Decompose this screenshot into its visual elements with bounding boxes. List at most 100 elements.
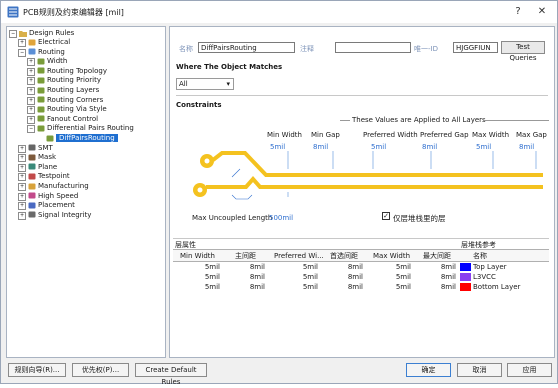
expander-icon[interactable]: + [18, 192, 26, 201]
window-title: PCB规则及约束编辑器 [mil] [23, 8, 124, 17]
expander-icon[interactable]: + [27, 106, 35, 115]
expander-icon[interactable]: + [18, 211, 26, 220]
tree-item-label: Routing Corners [47, 95, 104, 104]
table-cell[interactable]: 8mil [225, 283, 265, 291]
col-layer-name[interactable]: 名称 [473, 251, 487, 261]
table-cell[interactable]: 8mil [416, 283, 456, 291]
layer-name: Bottom Layer [473, 283, 521, 291]
layer-color-swatch [460, 262, 471, 271]
table-cell[interactable]: 8mil [323, 283, 363, 291]
layer-name: Top Layer [473, 263, 507, 271]
table-cell[interactable]: 8mil [225, 263, 265, 271]
layer-table: 层属性 层堆栈参考 Min Width 主间距 Preferred Wi... … [173, 238, 549, 350]
rule-icon [37, 87, 45, 93]
rule-icon [37, 115, 45, 122]
max-uncoupled-value[interactable]: 500mil [269, 214, 293, 222]
placement-icon [28, 202, 36, 209]
folder-icon [19, 30, 27, 37]
rule-icon [37, 106, 45, 113]
expander-icon[interactable]: + [27, 58, 35, 67]
tree-item-label: Placement [38, 201, 75, 210]
tree-item-label: Electrical [38, 38, 71, 46]
layer-color-swatch [460, 282, 471, 291]
tree-item-label: Routing Topology [47, 66, 107, 75]
expander-icon[interactable]: − [18, 48, 26, 57]
layer-stack-checkbox[interactable]: ✓ [382, 212, 390, 220]
table-cell[interactable]: 5mil [371, 283, 411, 291]
tree-item-label: Testpoint [38, 172, 70, 181]
col-primary-gap[interactable]: 主间距 [235, 251, 256, 261]
tree-item-label: Manufacturing [38, 182, 89, 190]
highspeed-icon [28, 192, 36, 199]
diff-pair-traces [193, 151, 543, 200]
layer-color-swatch [460, 272, 471, 281]
trace-positive [211, 151, 543, 177]
tree-item-label: Plane [38, 162, 58, 171]
table-header-row [173, 249, 549, 262]
table-cell[interactable]: 5mil [278, 273, 318, 281]
create-default-rules-button[interactable]: Create Default Rules [135, 363, 207, 386]
rule-editor-window: PCB规则及约束编辑器 [mil] ? ✕ − Design Rules + El… [0, 0, 558, 386]
expander-icon[interactable]: + [18, 183, 26, 191]
expander-icon[interactable]: + [18, 144, 26, 153]
table-cell[interactable]: 8mil [225, 273, 265, 281]
layer-stack-only-label: 仅层堆栈里的层 [393, 214, 446, 223]
col-max-gap[interactable]: 最大间距 [423, 251, 451, 261]
tree-item-label: Signal Integrity [38, 210, 92, 219]
help-button[interactable]: ? [507, 3, 529, 21]
cancel-button[interactable]: 取消 [457, 363, 502, 377]
expander-icon[interactable]: + [27, 96, 35, 105]
col-preferred-width[interactable]: Preferred Wi... [274, 252, 324, 260]
pcb-rules-app-icon [7, 6, 19, 18]
table-cell[interactable]: 5mil [278, 283, 318, 291]
tree-item-label: Width [47, 57, 68, 66]
rule-tree[interactable]: − Design Rules + Electrical − Routing + Width… [6, 26, 166, 358]
tree-item-label: Routing [38, 47, 65, 56]
testpoint-icon [28, 173, 36, 180]
table-cell[interactable]: 5mil [371, 273, 411, 281]
table-cell[interactable]: 5mil [180, 283, 220, 291]
tree-root-label: Design Rules [29, 29, 75, 37]
ok-button[interactable]: 确定 [406, 363, 451, 377]
table-cell[interactable]: 8mil [323, 273, 363, 281]
electrical-icon [28, 39, 36, 45]
expander-icon[interactable]: + [18, 202, 26, 211]
routing-icon [28, 48, 36, 55]
expander-icon[interactable]: + [18, 154, 26, 163]
rule-icon [37, 125, 45, 132]
table-cell[interactable]: 5mil [371, 263, 411, 271]
rule-icon [37, 96, 45, 103]
close-button[interactable]: ✕ [531, 3, 553, 21]
rule-wizard-button[interactable]: 规则向导(R)... [8, 363, 66, 377]
col-min-width[interactable]: Min Width [180, 252, 215, 260]
table-cell[interactable]: 5mil [180, 263, 220, 271]
title-bar: PCB规则及约束编辑器 [mil] ? ✕ [1, 1, 557, 23]
expander-icon[interactable]: + [18, 163, 26, 172]
table-cell[interactable]: 8mil [323, 263, 363, 271]
tree-item-label: High Speed [38, 191, 79, 200]
table-cell[interactable]: 8mil [416, 263, 456, 271]
expander-icon[interactable]: + [27, 87, 35, 95]
apply-button[interactable]: 应用 [507, 363, 552, 377]
expander-icon[interactable]: − [9, 30, 17, 38]
col-preferred-gap[interactable]: 首选间距 [330, 251, 358, 261]
rule-icon [37, 77, 45, 84]
table-cell[interactable]: 5mil [278, 263, 318, 271]
mask-icon [28, 154, 36, 161]
layer-name: L3VCC [473, 273, 496, 281]
tree-item-label: Routing Via Style [47, 105, 107, 114]
expander-icon[interactable]: + [27, 115, 35, 124]
tree-item-label: Routing Priority [47, 76, 101, 85]
table-cell[interactable]: 8mil [416, 273, 456, 281]
rule-icon [37, 58, 45, 65]
expander-icon[interactable]: + [27, 67, 35, 76]
table-cell[interactable]: 5mil [180, 273, 220, 281]
expander-icon[interactable]: + [18, 173, 26, 182]
col-max-width[interactable]: Max Width [373, 252, 410, 260]
tree-item-label: SMT [38, 143, 53, 152]
expander-icon[interactable]: + [27, 77, 35, 86]
expander-icon[interactable]: − [27, 125, 35, 134]
priority-button[interactable]: 优先权(P)... [72, 363, 129, 377]
tree-item-label: Fanout Control [47, 114, 99, 123]
expander-icon[interactable]: + [18, 39, 26, 47]
